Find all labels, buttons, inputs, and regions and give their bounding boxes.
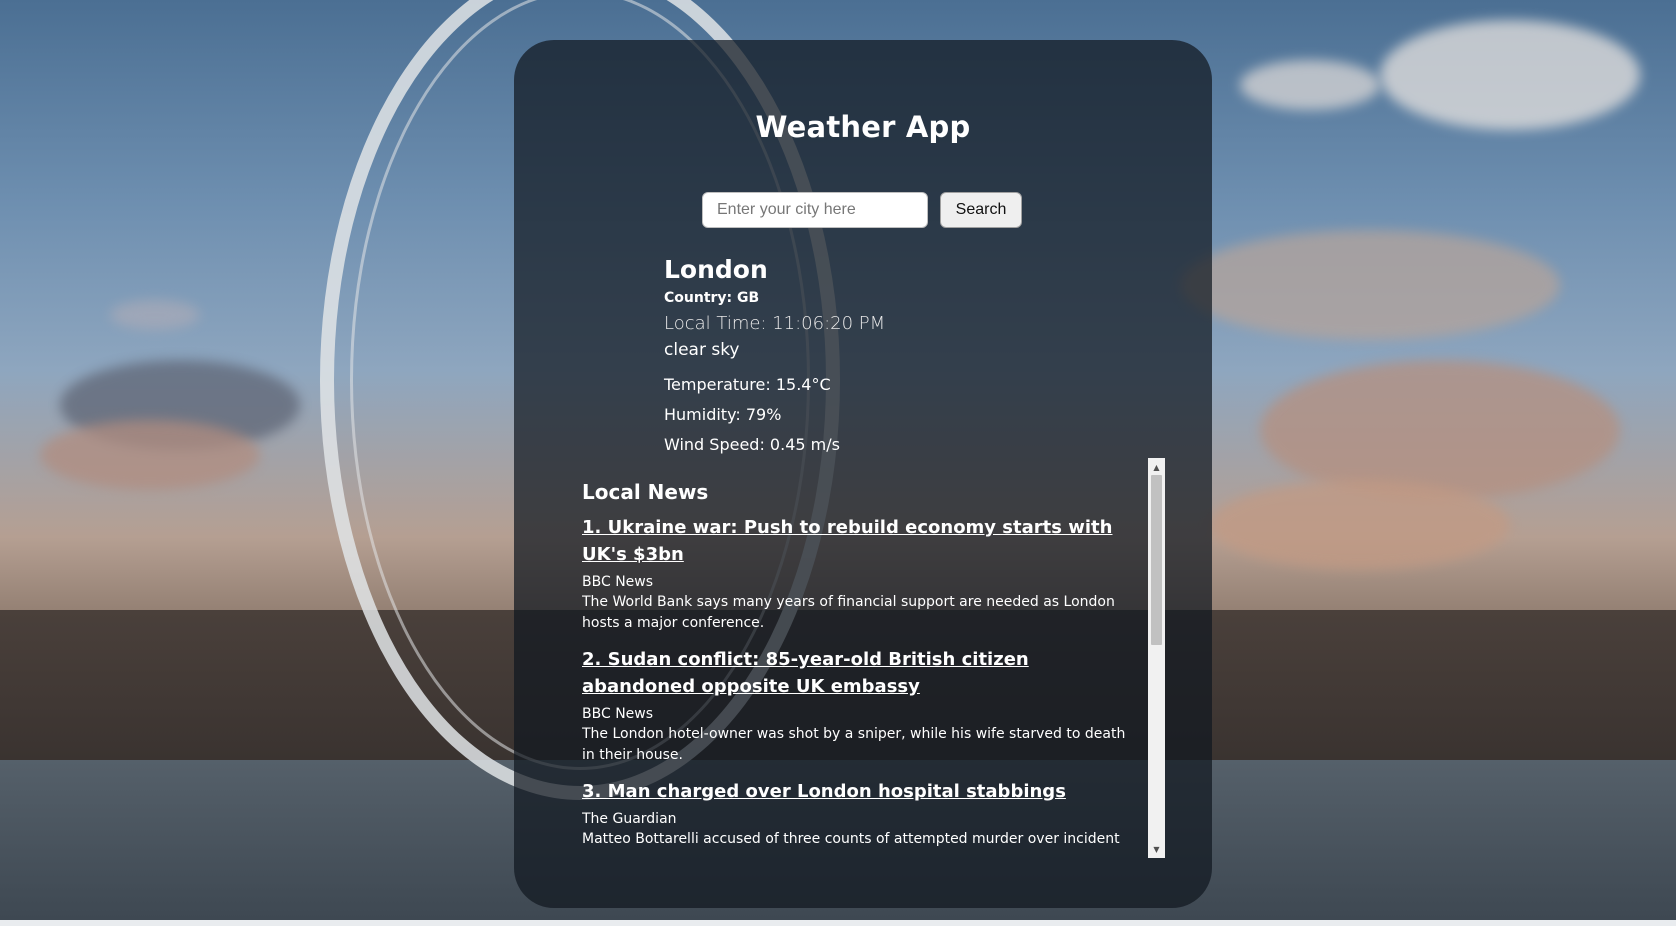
- news-title-link[interactable]: 2. Sudan conflict: 85-year-old British c…: [582, 646, 1130, 700]
- scroll-up-arrow-icon[interactable]: ▲: [1148, 460, 1165, 474]
- news-source: BBC News: [582, 574, 654, 590]
- page-bottom-strip: [0, 920, 1676, 926]
- cloud: [1260, 360, 1620, 500]
- news-title-link[interactable]: 3. Man charged over London hospital stab…: [582, 778, 1130, 805]
- search-button[interactable]: Search: [940, 192, 1022, 228]
- weather-card: Weather App Search London Country: GB Lo…: [514, 40, 1212, 908]
- local-time: Local Time: 11:06:20 PM: [664, 313, 886, 334]
- country-code: Country: GB: [664, 290, 760, 306]
- cloud: [1210, 480, 1510, 570]
- humidity: Humidity: 79%: [664, 405, 782, 424]
- search-bar: Search: [702, 192, 1022, 228]
- wind-speed: Wind Speed: 0.45 m/s: [664, 435, 840, 454]
- weather-info: London Country: GB Local Time: 11:06:20 …: [664, 252, 1084, 460]
- app-title: Weather App: [755, 110, 971, 144]
- news-title-link[interactable]: 1. Ukraine war: Push to rebuild economy …: [582, 514, 1130, 568]
- cloud: [110, 300, 200, 330]
- news-item: 1. Ukraine war: Push to rebuild economy …: [582, 514, 1130, 634]
- news-scrollbar[interactable]: ▲ ▼: [1148, 458, 1165, 858]
- news-item: 2. Sudan conflict: 85-year-old British c…: [582, 646, 1130, 766]
- local-news-panel[interactable]: Local News 1. Ukraine war: Push to rebui…: [582, 458, 1165, 858]
- city-search-input[interactable]: [702, 192, 928, 228]
- cloud: [1180, 230, 1560, 340]
- city-name: London: [664, 255, 768, 284]
- news-description: Matteo Bottarelli accused of three count…: [582, 831, 1120, 847]
- cloud: [1240, 60, 1380, 110]
- scroll-down-arrow-icon[interactable]: ▼: [1148, 842, 1165, 856]
- news-description: The World Bank says many years of financ…: [582, 594, 1115, 631]
- scrollbar-thumb[interactable]: [1151, 475, 1162, 645]
- temperature: Temperature: 15.4°C: [664, 375, 831, 394]
- weather-description: clear sky: [664, 340, 740, 360]
- news-heading: Local News: [582, 480, 709, 504]
- news-source: BBC News: [582, 706, 654, 722]
- news-item: 3. Man charged over London hospital stab…: [582, 778, 1130, 850]
- news-description: The London hotel-owner was shot by a sni…: [582, 726, 1126, 763]
- news-list: Local News 1. Ukraine war: Push to rebui…: [582, 458, 1130, 858]
- cloud: [40, 420, 260, 490]
- news-source: The Guardian: [582, 811, 677, 827]
- cloud: [1380, 20, 1640, 130]
